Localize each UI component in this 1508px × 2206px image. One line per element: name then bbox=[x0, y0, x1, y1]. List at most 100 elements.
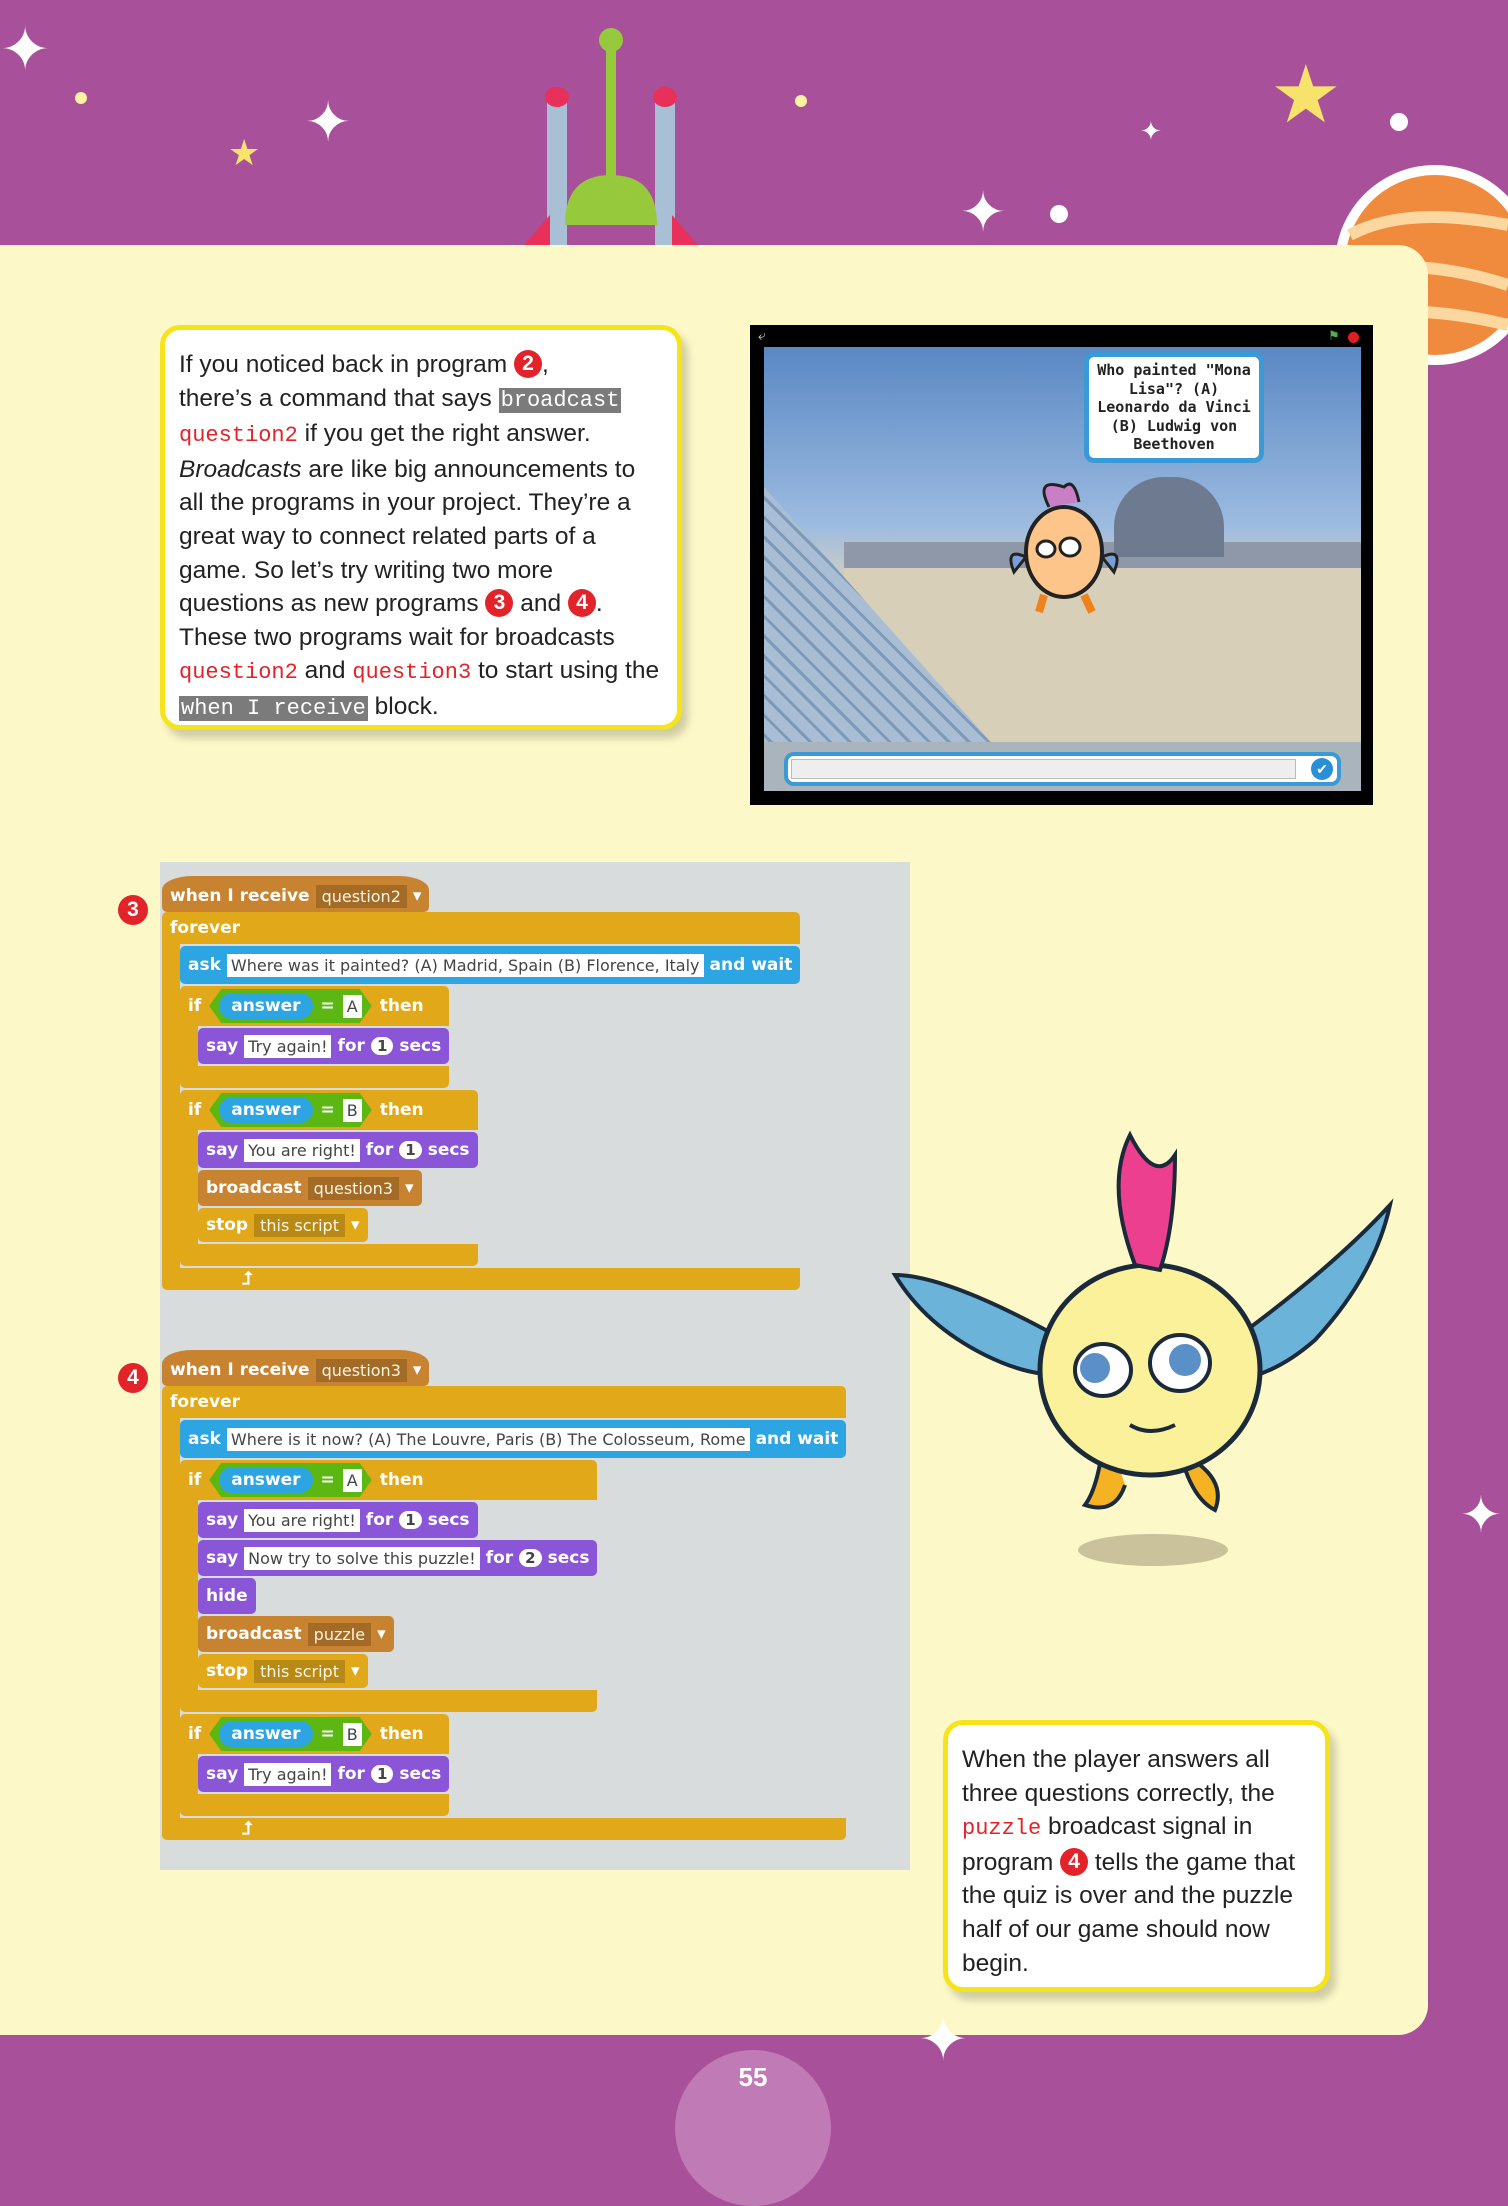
forever-block[interactable]: forever ask Where was it painted? (A) Madr… bbox=[162, 912, 801, 1290]
ask-block[interactable]: ask Where is it now? (A) The Louvre, Pari… bbox=[180, 1420, 847, 1458]
question-field: Where was it painted? (A) Madrid, Spain … bbox=[226, 953, 704, 977]
star-icon: ✦ bbox=[1460, 1487, 1502, 1543]
answer-reporter: answer bbox=[219, 1721, 312, 1747]
stop-block[interactable]: stop this script ▾ bbox=[198, 1654, 368, 1688]
code-question2: question2 bbox=[179, 660, 298, 686]
star-icon: ✦ bbox=[305, 91, 352, 153]
if-label: if bbox=[188, 1100, 202, 1120]
code-puzzle: puzzle bbox=[962, 1816, 1042, 1842]
text: and bbox=[297, 657, 353, 685]
say-block[interactable]: say Try again! for 1 secs bbox=[198, 1756, 450, 1792]
say-label: say bbox=[206, 1036, 239, 1056]
forever-header: forever bbox=[162, 1386, 846, 1418]
if-header: if answer = Bthen bbox=[180, 1714, 449, 1754]
stop-dropdown[interactable]: this script bbox=[254, 1213, 345, 1237]
answer-reporter: answer bbox=[219, 993, 312, 1019]
value-field: B bbox=[343, 1723, 362, 1746]
broadcast-label: broadcast bbox=[206, 1178, 302, 1198]
fullscreen-icon[interactable]: ⤶ bbox=[758, 327, 766, 344]
if-block[interactable]: if answer = Bthen say You are right! for 1 secs b… bbox=[180, 1090, 478, 1266]
dot bbox=[1390, 113, 1408, 131]
text: block. bbox=[367, 692, 439, 720]
green-flag-icon[interactable]: ⚑ bbox=[1328, 328, 1340, 344]
if-block[interactable]: if answer = Bthen say Try again! for 1 secs bbox=[180, 1714, 450, 1816]
star-icon: ★ bbox=[228, 132, 261, 173]
code-broadcast: broadcast bbox=[498, 387, 622, 413]
secs-label: secs bbox=[427, 1140, 470, 1160]
for-label: for bbox=[337, 1036, 365, 1056]
secs-field: 1 bbox=[370, 1037, 394, 1055]
broadcast-block[interactable]: broadcast question3 ▾ bbox=[198, 1170, 422, 1206]
star-icon: ✦ bbox=[960, 181, 1007, 243]
answer-input[interactable] bbox=[791, 759, 1296, 779]
program-badge-2: 2 bbox=[514, 350, 543, 378]
checkmark-submit-icon[interactable]: ✔ bbox=[1311, 758, 1333, 780]
for-label: for bbox=[365, 1510, 394, 1530]
program-badge-3: 3 bbox=[485, 589, 514, 618]
secs-label: secs bbox=[427, 1510, 470, 1530]
value-field: A bbox=[343, 1469, 362, 1492]
star-icon: ★ bbox=[1270, 50, 1342, 139]
if-block[interactable]: if answer = Athen say You are right! for 1 secs s… bbox=[180, 1460, 598, 1712]
code-question3: question3 bbox=[352, 660, 472, 686]
hide-block[interactable]: hide bbox=[198, 1578, 256, 1614]
for-label: for bbox=[365, 1140, 394, 1160]
for-label: for bbox=[337, 1764, 365, 1784]
broadcast-block[interactable]: broadcast puzzle ▾ bbox=[198, 1616, 394, 1652]
forever-label: forever bbox=[170, 1392, 240, 1412]
equals-operator: answer = A bbox=[209, 1463, 372, 1497]
secs-field: 2 bbox=[519, 1549, 542, 1567]
star-icon: ✦ bbox=[918, 2006, 969, 2073]
star-icon: ✦ bbox=[1140, 116, 1162, 146]
text: If you noticed back in program bbox=[179, 351, 515, 378]
loop-arrow-icon: ⮥ bbox=[242, 1818, 253, 1838]
ask-label: ask bbox=[188, 955, 221, 975]
when-i-receive-block[interactable]: when I receive question3 ▾ bbox=[162, 1350, 430, 1386]
say-block[interactable]: say You are right! for 1 secs bbox=[198, 1502, 478, 1538]
if-footer bbox=[180, 1794, 449, 1816]
broadcast-dropdown[interactable]: question3 bbox=[307, 1176, 399, 1200]
text: to start using the bbox=[471, 657, 660, 685]
if-body: say You are right! for 1 secs broadcast questi… bbox=[198, 1130, 478, 1244]
answer-reporter: answer bbox=[219, 1467, 312, 1493]
message-field: Now try to solve this puzzle! bbox=[244, 1546, 480, 1570]
value-field: B bbox=[343, 1099, 362, 1122]
text: if you get the right answer. bbox=[297, 420, 591, 448]
forever-footer: ⮥ bbox=[162, 1818, 846, 1840]
ask-block[interactable]: ask Where was it painted? (A) Madrid, Spa… bbox=[180, 946, 801, 984]
forever-block[interactable]: forever ask Where is it now? (A) The Louvr… bbox=[162, 1386, 847, 1840]
when-i-receive-block[interactable]: when I receive question2 ▾ bbox=[162, 876, 430, 912]
equals-sign: = bbox=[320, 996, 335, 1016]
if-label: if bbox=[188, 1470, 202, 1490]
then-label: then bbox=[379, 996, 424, 1016]
speech-bubble: Who painted "Mona Lisa"? (A) Leonardo da… bbox=[1084, 352, 1264, 463]
equals-sign: = bbox=[320, 1470, 335, 1490]
equals-operator: answer = A bbox=[209, 989, 372, 1023]
and-wait-label: and wait bbox=[709, 955, 793, 975]
text-italic: Broadcasts bbox=[179, 455, 302, 483]
say-label: say bbox=[206, 1140, 239, 1160]
say-block[interactable]: say Now try to solve this puzzle! for 2 secs bbox=[198, 1540, 598, 1576]
intro-text-box: If you noticed back in program 2, there’… bbox=[160, 325, 682, 730]
bird-character-illustration bbox=[891, 1130, 1394, 1566]
message-dropdown[interactable]: question3 bbox=[315, 1358, 407, 1382]
broadcast-dropdown[interactable]: puzzle bbox=[307, 1622, 372, 1646]
if-header: if answer = Athen bbox=[180, 986, 449, 1026]
chevron-down-icon: ▾ bbox=[350, 1661, 360, 1681]
message-field: Try again! bbox=[244, 1762, 332, 1786]
if-block[interactable]: if answer = Athen say Try again! for 1 secs bbox=[180, 986, 450, 1088]
answer-reporter: answer bbox=[219, 1097, 312, 1123]
for-label: for bbox=[485, 1548, 514, 1568]
if-body: say You are right! for 1 secs say Now try to s… bbox=[198, 1500, 598, 1690]
say-block[interactable]: say You are right! for 1 secs bbox=[198, 1132, 478, 1168]
stop-dropdown[interactable]: this script bbox=[254, 1659, 345, 1683]
program-badge-3: 3 bbox=[118, 895, 148, 925]
message-dropdown[interactable]: question2 bbox=[315, 884, 407, 908]
then-label: then bbox=[379, 1724, 424, 1744]
stop-icon[interactable] bbox=[1348, 332, 1359, 343]
say-block[interactable]: say Try again! for 1 secs bbox=[198, 1028, 450, 1064]
if-body: say Try again! for 1 secs bbox=[198, 1754, 450, 1794]
hat-label: when I receive bbox=[170, 1360, 310, 1380]
stop-block[interactable]: stop this script ▾ bbox=[198, 1208, 368, 1242]
chevron-down-icon: ▾ bbox=[412, 886, 422, 906]
